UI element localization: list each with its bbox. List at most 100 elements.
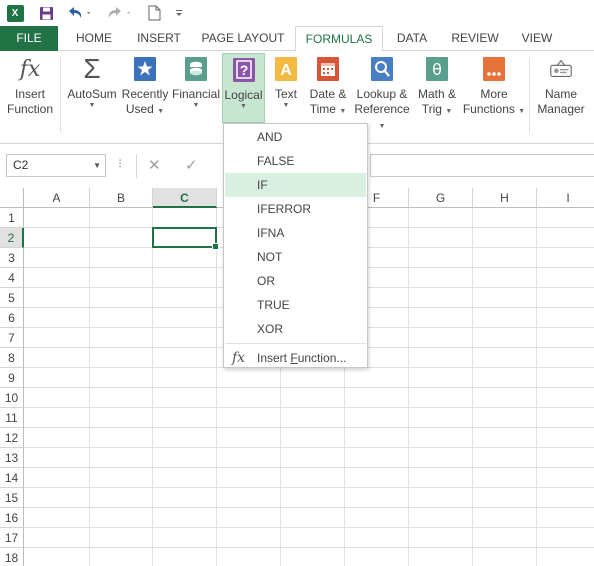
cell-b15[interactable] (90, 488, 153, 508)
cell-i15[interactable] (537, 488, 594, 508)
cell-b12[interactable] (90, 428, 153, 448)
more-functions-button[interactable]: More Functions ▼ (462, 55, 526, 127)
cell-i11[interactable] (537, 408, 594, 428)
row-header-9[interactable]: 9 (0, 368, 24, 388)
row-header-10[interactable]: 10 (0, 388, 24, 408)
cell-a14[interactable] (24, 468, 90, 488)
cell-i18[interactable] (537, 548, 594, 566)
column-header-i[interactable]: I (537, 188, 594, 208)
cell-c13[interactable] (153, 448, 217, 468)
cell-g14[interactable] (409, 468, 473, 488)
cell-g18[interactable] (409, 548, 473, 566)
tab-file[interactable]: FILE (0, 26, 58, 51)
cell-b10[interactable] (90, 388, 153, 408)
cell-g1[interactable] (409, 208, 473, 228)
name-box[interactable]: C2 ▼ (6, 154, 106, 177)
cell-d9[interactable] (217, 368, 281, 388)
cell-d17[interactable] (217, 528, 281, 548)
row-header-16[interactable]: 16 (0, 508, 24, 528)
cell-g2[interactable] (409, 228, 473, 248)
cell-g10[interactable] (409, 388, 473, 408)
row-header-2[interactable]: 2 (0, 228, 24, 248)
cell-g16[interactable] (409, 508, 473, 528)
menu-item-iferror[interactable]: IFERROR (225, 197, 366, 221)
cell-c8[interactable] (153, 348, 217, 368)
cell-b8[interactable] (90, 348, 153, 368)
cell-c18[interactable] (153, 548, 217, 566)
cell-a16[interactable] (24, 508, 90, 528)
cell-i12[interactable] (537, 428, 594, 448)
cell-h11[interactable] (473, 408, 537, 428)
cell-a12[interactable] (24, 428, 90, 448)
autosum-button[interactable]: Σ AutoSum ▼ (64, 55, 120, 127)
redo-icon[interactable] (104, 3, 134, 23)
formula-input[interactable] (370, 154, 594, 177)
cell-b11[interactable] (90, 408, 153, 428)
date-time-button[interactable]: Date & Time ▼ (304, 55, 352, 127)
menu-item-and[interactable]: AND (225, 125, 366, 149)
row-header-14[interactable]: 14 (0, 468, 24, 488)
cell-h18[interactable] (473, 548, 537, 566)
row-header-17[interactable]: 17 (0, 528, 24, 548)
cell-b1[interactable] (90, 208, 153, 228)
row-header-13[interactable]: 13 (0, 448, 24, 468)
tab-page-layout[interactable]: PAGE LAYOUT (196, 26, 290, 51)
row-header-12[interactable]: 12 (0, 428, 24, 448)
cell-a3[interactable] (24, 248, 90, 268)
cell-c12[interactable] (153, 428, 217, 448)
cell-h14[interactable] (473, 468, 537, 488)
cell-e9[interactable] (281, 368, 345, 388)
customize-qat-icon[interactable] (172, 3, 186, 23)
new-document-icon[interactable] (144, 3, 164, 23)
cell-g15[interactable] (409, 488, 473, 508)
cell-h16[interactable] (473, 508, 537, 528)
tab-review[interactable]: REVIEW (445, 26, 505, 51)
cell-h15[interactable] (473, 488, 537, 508)
row-header-15[interactable]: 15 (0, 488, 24, 508)
menu-item-or[interactable]: OR (225, 269, 366, 293)
cell-b14[interactable] (90, 468, 153, 488)
cell-e15[interactable] (281, 488, 345, 508)
cell-h1[interactable] (473, 208, 537, 228)
cell-c5[interactable] (153, 288, 217, 308)
cell-a4[interactable] (24, 268, 90, 288)
cell-b4[interactable] (90, 268, 153, 288)
cell-h4[interactable] (473, 268, 537, 288)
cell-a6[interactable] (24, 308, 90, 328)
cell-c17[interactable] (153, 528, 217, 548)
cell-h12[interactable] (473, 428, 537, 448)
cell-g7[interactable] (409, 328, 473, 348)
column-header-b[interactable]: B (90, 188, 153, 208)
cell-e17[interactable] (281, 528, 345, 548)
cell-i10[interactable] (537, 388, 594, 408)
undo-icon[interactable] (64, 3, 94, 23)
menu-item-true[interactable]: TRUE (225, 293, 366, 317)
tab-insert[interactable]: INSERT (130, 26, 188, 51)
cell-e18[interactable] (281, 548, 345, 566)
enter-icon[interactable]: ✓ (185, 156, 198, 174)
cell-g6[interactable] (409, 308, 473, 328)
logical-button[interactable]: ? Logical ▼ (222, 53, 265, 123)
cell-a9[interactable] (24, 368, 90, 388)
cell-f14[interactable] (345, 468, 409, 488)
cell-h6[interactable] (473, 308, 537, 328)
cell-f11[interactable] (345, 408, 409, 428)
cell-i9[interactable] (537, 368, 594, 388)
cell-h13[interactable] (473, 448, 537, 468)
tab-home[interactable]: HOME (66, 26, 122, 51)
cell-a13[interactable] (24, 448, 90, 468)
cell-i5[interactable] (537, 288, 594, 308)
cell-d15[interactable] (217, 488, 281, 508)
cell-a15[interactable] (24, 488, 90, 508)
cell-c7[interactable] (153, 328, 217, 348)
cell-i13[interactable] (537, 448, 594, 468)
more-options-icon[interactable]: ⁝ (118, 156, 122, 172)
cell-d13[interactable] (217, 448, 281, 468)
menu-item-xor[interactable]: XOR (225, 317, 366, 341)
cell-h8[interactable] (473, 348, 537, 368)
row-header-7[interactable]: 7 (0, 328, 24, 348)
cell-b7[interactable] (90, 328, 153, 348)
cell-h3[interactable] (473, 248, 537, 268)
cell-c1[interactable] (153, 208, 217, 228)
cell-i3[interactable] (537, 248, 594, 268)
